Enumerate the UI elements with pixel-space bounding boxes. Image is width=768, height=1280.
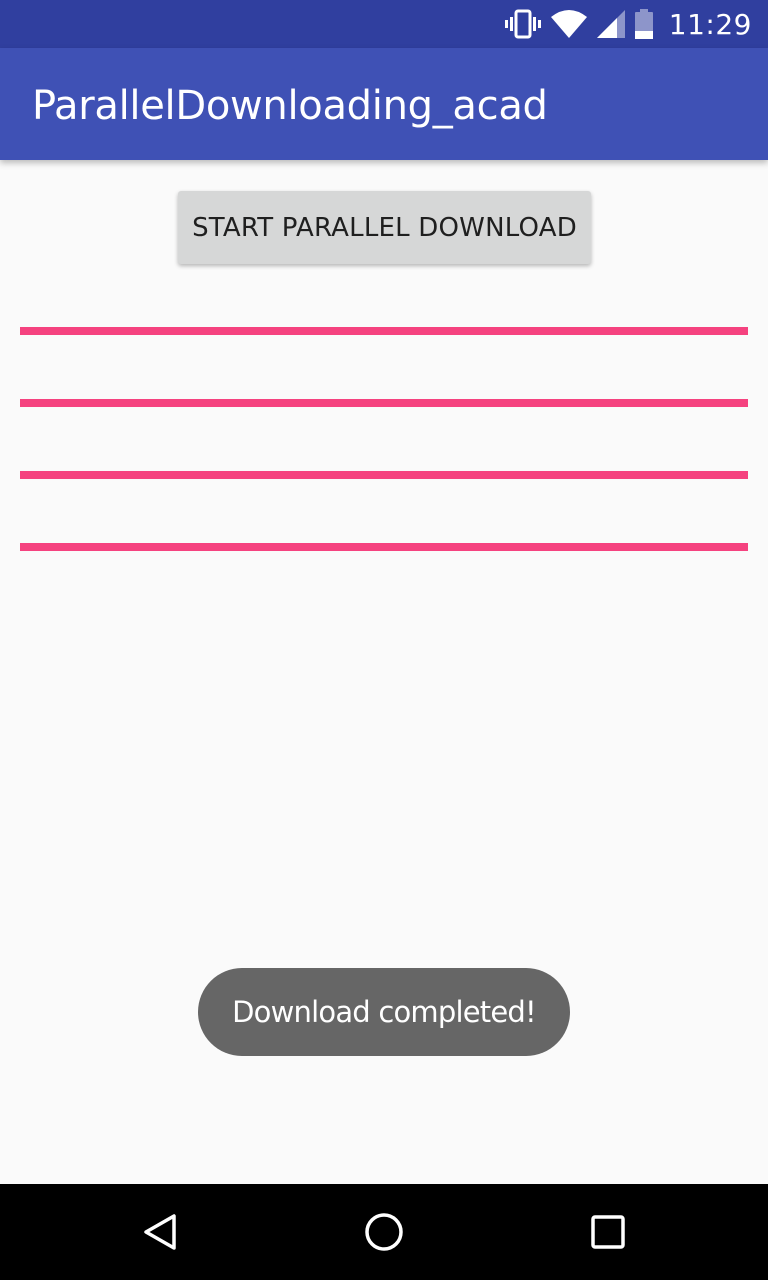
progress-bar — [20, 543, 748, 551]
wifi-icon — [550, 10, 587, 38]
recents-icon — [591, 1215, 625, 1249]
status-bar: 11:29 — [0, 0, 768, 48]
main-content: START PARALLEL DOWNLOAD Download complet… — [0, 160, 768, 1184]
navigation-bar — [0, 1184, 768, 1280]
status-time: 11:29 — [668, 7, 752, 41]
app-bar: ParallelDownloading_acad — [0, 48, 768, 160]
status-icons: 11:29 — [504, 0, 752, 48]
progress-bar-fill — [20, 327, 748, 335]
toast-message: Download completed! — [232, 995, 536, 1029]
progress-bar — [20, 471, 748, 479]
home-button[interactable] — [358, 1206, 410, 1258]
app-title: ParallelDownloading_acad — [32, 83, 548, 129]
progress-bar — [20, 327, 748, 335]
cell-signal-icon — [596, 10, 625, 38]
start-parallel-download-button[interactable]: START PARALLEL DOWNLOAD — [178, 191, 591, 264]
back-icon — [144, 1214, 176, 1250]
progress-bar-fill — [20, 543, 748, 551]
vibrate-icon — [504, 9, 541, 39]
recents-button[interactable] — [582, 1206, 634, 1258]
battery-icon — [634, 9, 653, 39]
progress-bar — [20, 399, 748, 407]
progress-bar-fill — [20, 399, 748, 407]
progress-bar-fill — [20, 471, 748, 479]
back-button[interactable] — [134, 1206, 186, 1258]
home-icon — [365, 1213, 403, 1251]
toast: Download completed! — [198, 968, 570, 1056]
